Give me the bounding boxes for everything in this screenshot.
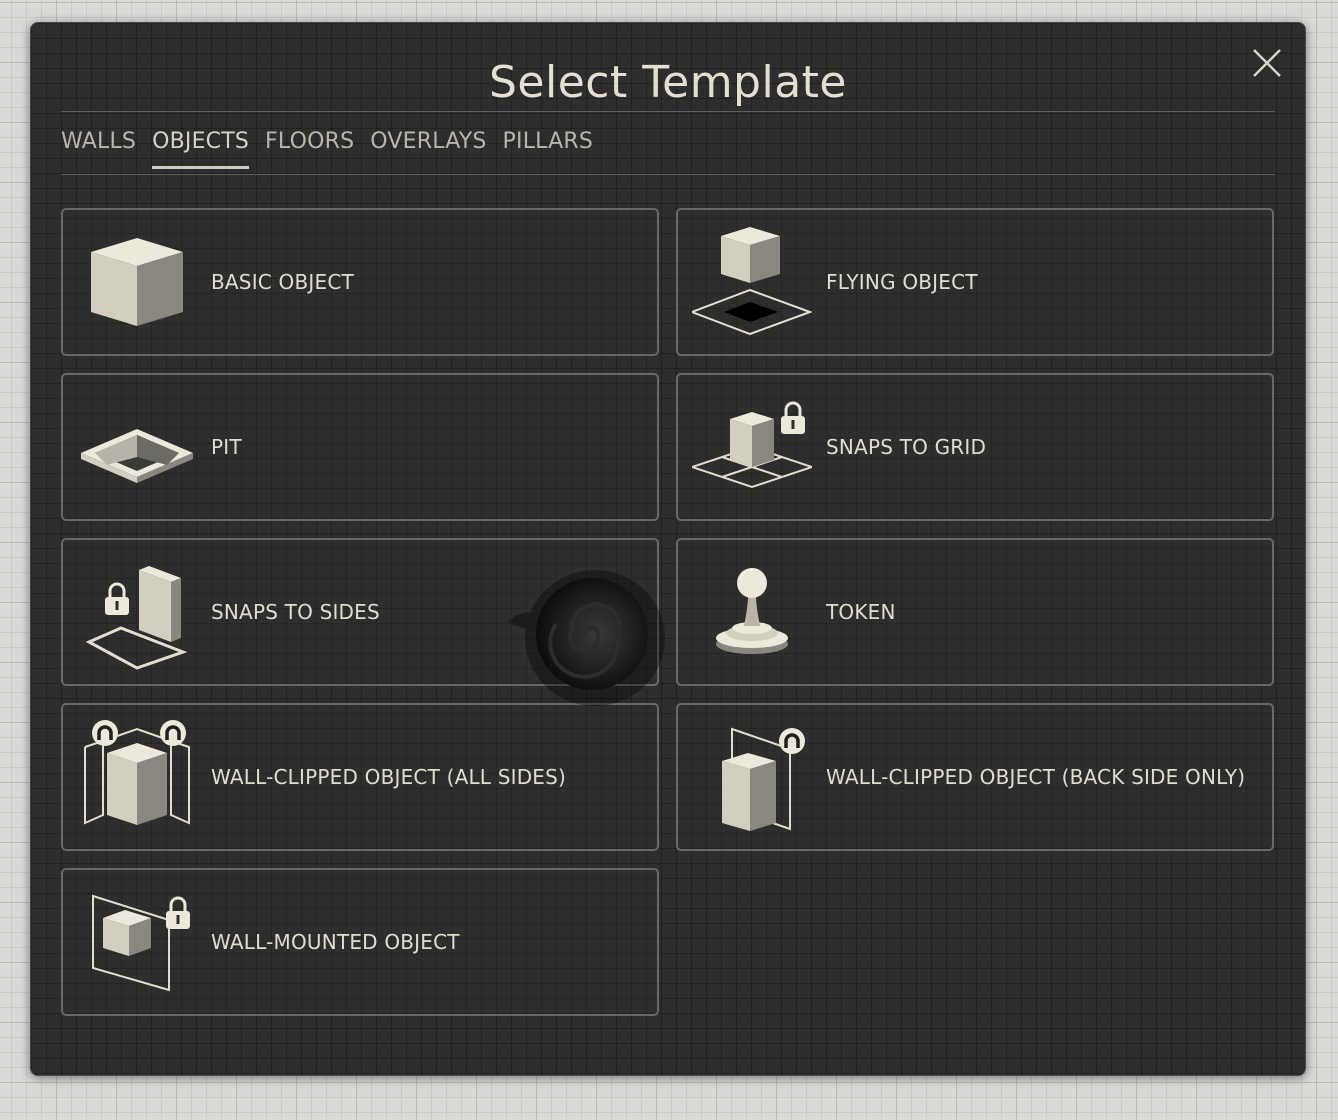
template-basic-object[interactable]: BASIC OBJECT [61, 208, 659, 356]
wall-clipped-back-side-icon [722, 727, 805, 831]
snaps-to-grid-icon [692, 401, 812, 489]
template-token[interactable]: TOKEN [676, 538, 1274, 686]
template-label: WALL-CLIPPED OBJECT (ALL SIDES) [211, 765, 567, 789]
tab-walls[interactable]: WALLS [61, 129, 136, 168]
template-snaps-to-sides[interactable]: SNAPS TO SIDES [61, 538, 659, 686]
template-flying-object[interactable]: FLYING OBJECT [676, 208, 1274, 356]
template-snaps-to-grid[interactable]: SNAPS TO GRID [676, 373, 1274, 521]
tab-pillars[interactable]: PILLARS [503, 129, 593, 168]
template-label: WALL-MOUNTED OBJECT [211, 930, 460, 954]
template-label: SNAPS TO GRID [826, 435, 987, 459]
tab-objects[interactable]: OBJECTS [152, 129, 250, 169]
dialog-title: Select Template [489, 57, 847, 108]
tab-floors[interactable]: FLOORS [265, 129, 354, 168]
tabs-divider [61, 174, 1275, 175]
template-label: TOKEN [826, 600, 896, 624]
close-icon [1253, 49, 1281, 77]
token-icon [716, 568, 788, 654]
wall-mounted-object-icon [92, 894, 190, 992]
template-label: SNAPS TO SIDES [211, 600, 380, 624]
template-wall-mounted-object[interactable]: WALL-MOUNTED OBJECT [61, 868, 659, 1016]
wall-clipped-all-sides-icon [84, 720, 190, 825]
template-tabs: WALLS OBJECTS FLOORS OVERLAYS PILLARS [61, 129, 593, 169]
snaps-to-sides-icon [85, 566, 188, 670]
pit-icon [81, 429, 193, 483]
close-button[interactable] [1251, 47, 1283, 79]
template-label: BASIC OBJECT [211, 270, 354, 294]
flying-object-icon [692, 227, 812, 336]
template-pit[interactable]: PIT [61, 373, 659, 521]
template-label: WALL-CLIPPED OBJECT (BACK SIDE ONLY) [826, 765, 1246, 789]
title-divider [61, 111, 1275, 112]
tab-overlays[interactable]: OVERLAYS [370, 129, 486, 168]
template-label: PIT [211, 435, 242, 459]
select-template-dialog: Select Template WALLS OBJECTS FLOORS OVE… [30, 22, 1306, 1076]
basic-object-icon [91, 238, 183, 326]
template-label: FLYING OBJECT [826, 270, 978, 294]
template-wall-clipped-back-side[interactable]: WALL-CLIPPED OBJECT (BACK SIDE ONLY) [676, 703, 1274, 851]
template-wall-clipped-all-sides[interactable]: WALL-CLIPPED OBJECT (ALL SIDES) [61, 703, 659, 851]
